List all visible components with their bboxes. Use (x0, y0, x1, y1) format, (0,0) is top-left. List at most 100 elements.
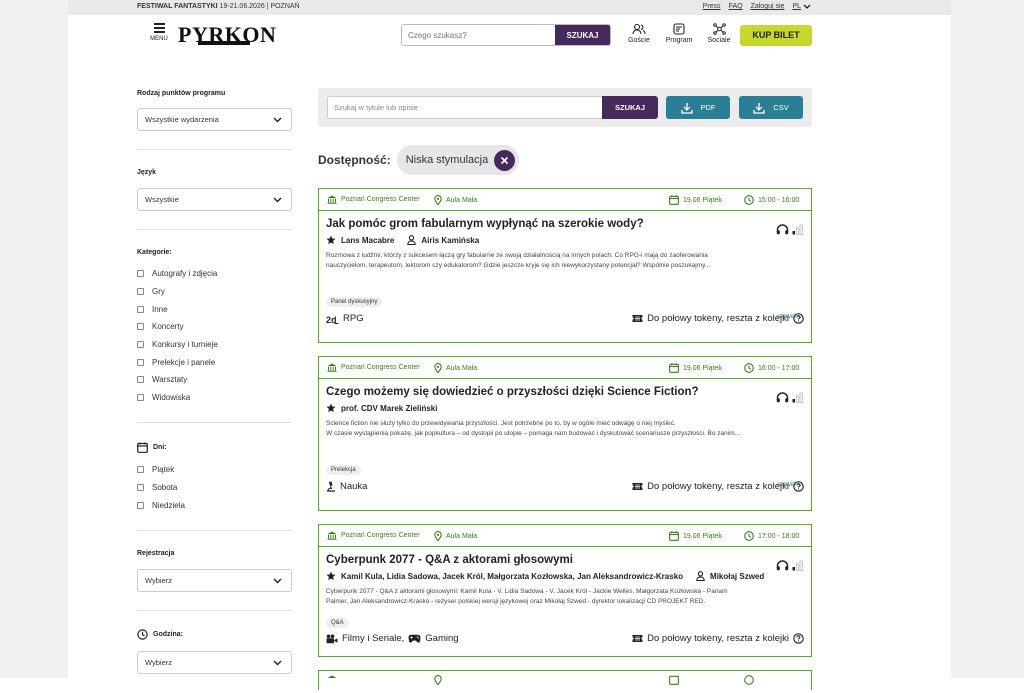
card-host: Kamil Kula, Lidia Sadowa, Jacek Król, Ma… (341, 571, 684, 581)
pyrkon-logo[interactable]: PYRKON (178, 22, 276, 47)
program-search-input[interactable]: Szukaj w tytule lub opisie (327, 96, 603, 119)
card-type-tag: Prelekcja (326, 465, 361, 475)
star-icon (326, 403, 336, 413)
card-category: Nauka (326, 481, 367, 492)
login-link[interactable]: Zaloguj się (751, 3, 785, 10)
hamburger-icon (153, 23, 165, 33)
category-checkbox[interactable]: Koncerty (137, 318, 218, 336)
remove-filter-button[interactable] (494, 149, 516, 171)
star-icon (326, 571, 336, 581)
card-speakers: Kamil Kula, Lidia Sadowa, Jacek Król, Ma… (326, 571, 804, 581)
day-checkbox[interactable]: Niedziela (137, 496, 185, 514)
chevron-down-icon (273, 660, 282, 666)
close-icon (501, 156, 509, 164)
building-icon (327, 675, 337, 678)
gamepad-icon (408, 634, 421, 643)
calendar-icon (137, 442, 148, 453)
card-title[interactable]: Cyberpunk 2077 - Q&A z aktorami głosowym… (326, 554, 804, 566)
calendar-icon (669, 675, 679, 685)
divider (137, 229, 292, 230)
language-switcher[interactable]: PL (792, 3, 811, 10)
card-room: Aula Mała (446, 364, 478, 372)
nav-guests[interactable]: Goście (624, 23, 654, 44)
category-checkbox[interactable]: Warsztaty (137, 371, 218, 389)
day-checkbox[interactable]: Piątek (137, 461, 185, 479)
help-icon[interactable] (793, 481, 804, 492)
language-label: Język (137, 169, 157, 176)
program-card[interactable] (318, 670, 812, 690)
buy-ticket-button[interactable]: KUP BILET (740, 25, 812, 46)
headphones-icon (776, 560, 789, 571)
program-card[interactable]: Poznań Congress Center Aula Mała 19.06 P… (318, 188, 812, 343)
category-checkbox[interactable]: Konkursy i turnieje (137, 336, 218, 354)
event-type-select[interactable]: Wszystkie wydarzenia (137, 108, 292, 131)
calendar-icon (669, 531, 679, 541)
category-checkbox[interactable]: Prelekcje i panele (137, 353, 218, 371)
hour-header: Godzina: (137, 629, 183, 640)
card-tokens: Do połowy tokeny, reszta z kolejki (632, 481, 804, 492)
calendar-icon (669, 195, 679, 205)
person-icon (696, 571, 705, 581)
language-select[interactable]: Wszystkie (137, 188, 292, 211)
card-header: Poznań Congress Center Aula Mała 19.06 P… (319, 189, 811, 211)
chevron-down-icon (273, 578, 282, 584)
global-search-button[interactable]: SZUKAJ (555, 25, 610, 45)
card-header: Poznań Congress Center Aula Mała 19.06 P… (319, 525, 811, 547)
category-checkbox[interactable]: Widowiska (137, 389, 218, 407)
dice-icon: 2d (326, 315, 339, 324)
clock-icon (744, 363, 754, 373)
program-card[interactable]: Poznań Congress Center Aula Mała 19.06 P… (318, 356, 812, 511)
card-title[interactable]: Czego możemy się dowiedzieć o przyszłośc… (326, 386, 804, 398)
building-icon (327, 363, 337, 372)
category-checkbox[interactable]: Autografy i zdjęcia (137, 265, 218, 283)
menu-button[interactable]: MENU (148, 23, 170, 42)
star-icon (326, 235, 336, 245)
availability-filter-chip: Niska stymulacja (396, 145, 520, 175)
card-description: Rozmowa z ludźmi, którzy z sukcesem łącz… (326, 252, 711, 269)
chevron-down-icon (273, 117, 282, 123)
registration-label: Rejestracja (137, 550, 175, 557)
card-guest: Mikołaj Szwed (710, 571, 765, 581)
category-checkbox[interactable]: Gry (137, 283, 218, 301)
building-icon (327, 195, 337, 204)
pdf-download-button[interactable]: PDF (666, 96, 730, 119)
card-category: Filmy i Seriale, Gaming (326, 633, 459, 644)
card-title[interactable]: Jak pomóc grom fabularnym wypłynąć na sz… (326, 218, 804, 230)
stimulation-level-icon (792, 560, 803, 571)
categories-label: Kategorie: (137, 249, 172, 256)
card-speakers: prof. CDV Marek Zieliński (326, 403, 804, 413)
card-header: Poznań Congress Center Aula Mała 19.06 P… (319, 357, 811, 379)
active-filters: Dostępność: Niska stymulacja (318, 145, 520, 175)
microscope-icon (327, 481, 335, 492)
registration-select[interactable]: Wybierz (137, 569, 292, 592)
nav-program[interactable]: Program (664, 23, 694, 44)
program-search-button[interactable]: SZUKAJ (602, 96, 658, 119)
ticket-icon (632, 315, 643, 322)
card-host: Lans Macabre (341, 235, 395, 245)
svg-text:2d: 2d (326, 315, 337, 324)
card-location: Poznań Congress Center (341, 364, 420, 371)
program-card[interactable]: Poznań Congress Center Aula Mała 19.06 P… (318, 524, 812, 657)
card-category: 2d RPG (326, 313, 364, 324)
nav-social[interactable]: Sociale (704, 23, 734, 44)
hour-select[interactable]: Wybierz (137, 651, 292, 674)
card-host: prof. CDV Marek Zieliński (341, 403, 438, 413)
clock-icon (744, 195, 754, 205)
help-icon[interactable] (793, 313, 804, 324)
card-day: 19.06 Piątek (683, 196, 722, 204)
faq-link[interactable]: FAQ (729, 3, 743, 10)
category-checkbox[interactable]: Inne (137, 300, 218, 318)
csv-download-button[interactable]: CSV (739, 96, 803, 119)
day-checkbox[interactable]: Sobota (137, 479, 185, 497)
global-search-input[interactable] (402, 25, 555, 45)
card-header (319, 671, 811, 693)
card-time: 15:00 - 16:00 (758, 196, 800, 204)
headphones-icon (776, 224, 789, 235)
headphones-icon (776, 392, 789, 403)
press-link[interactable]: Press (703, 3, 721, 10)
card-location: Poznań Congress Center (341, 196, 420, 203)
program-search-bar: Szukaj w tytule lub opisie SZUKAJ PDF CS… (318, 88, 812, 127)
help-icon[interactable] (793, 633, 804, 644)
card-time: 17:00 - 18:00 (758, 532, 800, 540)
clock-icon (744, 675, 754, 685)
